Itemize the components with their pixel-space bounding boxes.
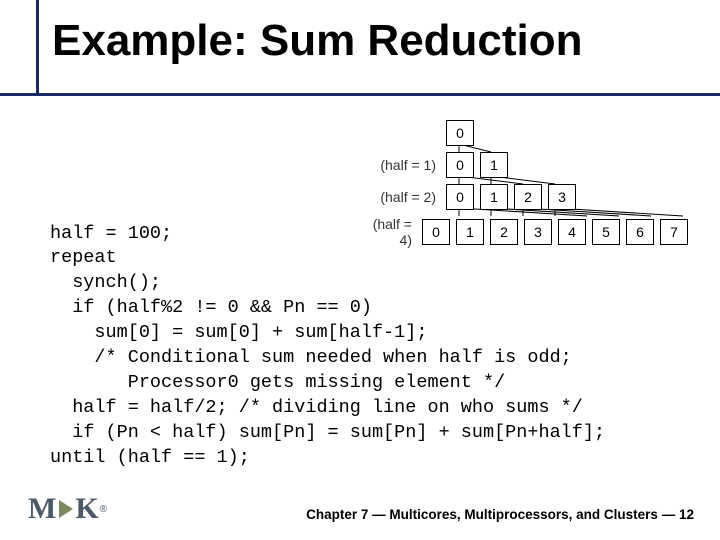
slide-footer: Chapter 7 — Multicores, Multiprocessors,…	[306, 507, 694, 522]
registered-mark: ®	[100, 504, 107, 515]
diagram-row: (half = 2) 0123	[358, 184, 688, 210]
diagram-cell: 7	[660, 219, 688, 245]
title-rule-vertical	[36, 0, 39, 96]
footer-page: 12	[679, 507, 694, 522]
logo-letter-m: M	[28, 492, 57, 526]
diagram-cell: 2	[514, 184, 542, 210]
diagram-row: 0	[358, 120, 688, 146]
diagram-cell: 3	[548, 184, 576, 210]
diagram-row-label: (half = 2)	[358, 189, 436, 205]
code-block: half = 100; repeat synch(); if (half%2 !…	[50, 222, 605, 472]
diagram-row-boxes: 01	[446, 152, 508, 178]
page-title: Example: Sum Reduction	[52, 16, 583, 66]
diagram-cell: 6	[626, 219, 654, 245]
diagram-row-boxes: 0	[446, 120, 474, 146]
diagram-cell: 1	[480, 152, 508, 178]
diagram-row-boxes: 0123	[446, 184, 576, 210]
logo-triangle-icon	[59, 500, 73, 518]
diagram-row-label: (half = 1)	[358, 157, 436, 173]
footer-chapter: Chapter 7	[306, 507, 368, 522]
title-rule-horizontal	[0, 93, 720, 96]
diagram-cell: 0	[446, 184, 474, 210]
publisher-logo: M K ®	[28, 492, 107, 526]
logo-letter-k: K	[75, 492, 99, 526]
diagram-cell: 1	[480, 184, 508, 210]
diagram-cell: 0	[446, 152, 474, 178]
diagram-row: (half = 1) 01	[358, 152, 688, 178]
diagram-cell: 0	[446, 120, 474, 146]
footer-topic: Multicores, Multiprocessors, and Cluster…	[389, 507, 658, 522]
